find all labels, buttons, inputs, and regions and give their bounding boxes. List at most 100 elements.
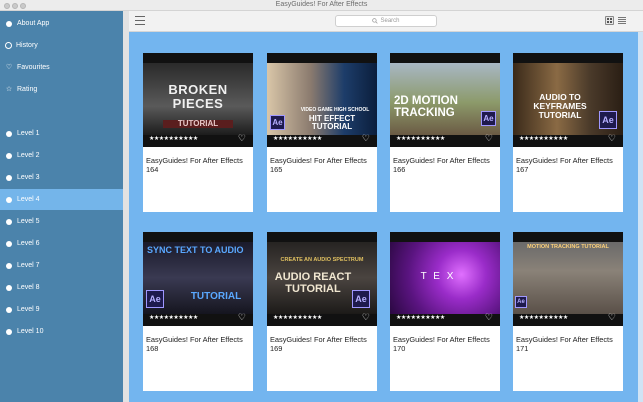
thumbnail-title: AUDIO REACT TUTORIAL xyxy=(274,271,352,295)
sidebar-item-label: Level 8 xyxy=(17,284,40,291)
sidebar-item-label: Level 1 xyxy=(17,130,40,137)
level-dot-icon xyxy=(6,262,12,269)
favourite-heart-icon[interactable]: ♡ xyxy=(485,133,493,144)
rating-stars: ★★★★★★★★★★ xyxy=(273,136,322,142)
favourite-heart-icon[interactable]: ♡ xyxy=(362,133,370,144)
level-dot-icon xyxy=(6,240,12,247)
sidebar-item-label: Level 10 xyxy=(17,328,44,335)
video-thumbnail[interactable]: T E X ★★★★★★★★★★ ♡ xyxy=(390,232,500,326)
video-thumbnail[interactable]: 2D MOTION TRACKING Ae ★★★★★★★★★★ ♡ xyxy=(390,53,500,147)
video-thumbnail[interactable]: VIDEO GAME HIGH SCHOOL HIT EFFECT TUTORI… xyxy=(267,53,377,147)
info-icon xyxy=(6,20,12,27)
video-card[interactable]: SYNC TEXT TO AUDIO TUTORIAL Ae ★★★★★★★★★… xyxy=(143,232,253,391)
window-title: EasyGuides! For After Effects xyxy=(275,1,368,8)
sidebar-item-level-7[interactable]: Level 7 xyxy=(0,255,123,276)
title-bar: EasyGuides! For After Effects xyxy=(0,0,643,11)
sidebar-item-level-1[interactable]: Level 1 xyxy=(0,123,123,144)
rating-stars: ★★★★★★★★★★ xyxy=(519,315,568,321)
list-view-icon[interactable] xyxy=(618,16,627,25)
level-dot-icon xyxy=(6,152,12,159)
thumbnail-subtitle: TUTORIAL xyxy=(190,291,242,302)
level-dot-icon xyxy=(6,284,12,291)
favourite-heart-icon[interactable]: ♡ xyxy=(485,312,493,323)
sidebar-item-label: Level 2 xyxy=(17,152,40,159)
menu-icon[interactable] xyxy=(135,16,145,25)
after-effects-icon: Ae xyxy=(146,290,164,308)
video-card[interactable]: 2D MOTION TRACKING Ae ★★★★★★★★★★ ♡ EasyG… xyxy=(390,53,500,212)
rating-stars: ★★★★★★★★★★ xyxy=(519,136,568,142)
thumbnail-title: T E X xyxy=(420,271,456,282)
sidebar-item-label: Level 6 xyxy=(17,240,40,247)
favourite-heart-icon[interactable]: ♡ xyxy=(362,312,370,323)
scrollbar[interactable] xyxy=(638,32,643,402)
favourite-heart-icon[interactable]: ♡ xyxy=(608,312,616,323)
video-thumbnail[interactable]: AUDIO TO KEYFRAMES TUTORIAL Ae ★★★★★★★★★… xyxy=(513,53,623,147)
after-effects-icon: Ae xyxy=(352,290,370,308)
thumbnail-title: MOTION TRACKING TUTORIAL xyxy=(527,244,609,250)
app-window: EasyGuides! For After Effects About App … xyxy=(0,0,643,402)
sidebar-item-level-9[interactable]: Level 9 xyxy=(0,299,123,320)
rating-stars: ★★★★★★★★★★ xyxy=(396,315,445,321)
rating-stars: ★★★★★★★★★★ xyxy=(396,136,445,142)
sidebar-item-label: Level 3 xyxy=(17,174,40,181)
thumbnail-title: BROKEN PIECES xyxy=(168,82,228,111)
sidebar-item-level-10[interactable]: Level 10 xyxy=(0,321,123,342)
sidebar-item-level-4[interactable]: Level 4 xyxy=(0,189,123,210)
search-input[interactable]: Search xyxy=(335,15,437,27)
video-card[interactable]: BROKEN PIECES TUTORIAL ★★★★★★★★★★ ♡ Easy… xyxy=(143,53,253,212)
sidebar-item-level-8[interactable]: Level 8 xyxy=(0,277,123,298)
favourite-heart-icon[interactable]: ♡ xyxy=(238,133,246,144)
video-card[interactable]: T E X ★★★★★★★★★★ ♡ EasyGuides! For After… xyxy=(390,232,500,391)
card-title: EasyGuides! For After Effects 170 xyxy=(393,335,490,353)
toolbar: Search xyxy=(129,11,643,32)
card-title: EasyGuides! For After Effects 165 xyxy=(270,156,367,174)
video-card[interactable]: MOTION TRACKING TUTORIAL Ae ★★★★★★★★★★ ♡… xyxy=(513,232,623,391)
video-thumbnail[interactable]: SYNC TEXT TO AUDIO TUTORIAL Ae ★★★★★★★★★… xyxy=(143,232,253,326)
video-thumbnail[interactable]: MOTION TRACKING TUTORIAL Ae ★★★★★★★★★★ ♡ xyxy=(513,232,623,326)
sidebar-item-favourites[interactable]: ♡ Favourites xyxy=(0,57,123,78)
level-dot-icon xyxy=(6,174,12,181)
sidebar-item-level-5[interactable]: Level 5 xyxy=(0,211,123,232)
sidebar-item-rating[interactable]: ☆ Rating xyxy=(0,79,123,100)
sidebar-item-label: History xyxy=(16,42,38,49)
thumbnail-title: AUDIO TO KEYFRAMES TUTORIAL xyxy=(533,92,587,120)
card-title: EasyGuides! For After Effects 167 xyxy=(516,156,613,174)
sidebar-item-level-6[interactable]: Level 6 xyxy=(0,233,123,254)
card-title: EasyGuides! For After Effects 169 xyxy=(270,335,367,353)
thumbnail-title: SYNC TEXT TO AUDIO xyxy=(147,245,244,255)
after-effects-icon: Ae xyxy=(515,296,527,308)
sidebar-item-level-3[interactable]: Level 3 xyxy=(0,167,123,188)
sidebar-item-level-2[interactable]: Level 2 xyxy=(0,145,123,166)
search-icon xyxy=(372,18,379,24)
thumbnail-subtitle: CREATE AN AUDIO SPECTRUM xyxy=(280,257,364,263)
video-thumbnail[interactable]: BROKEN PIECES TUTORIAL ★★★★★★★★★★ ♡ xyxy=(143,53,253,147)
video-grid: BROKEN PIECES TUTORIAL ★★★★★★★★★★ ♡ Easy… xyxy=(129,32,643,402)
sidebar-item-label: Level 4 xyxy=(17,196,40,203)
card-title: EasyGuides! For After Effects 168 xyxy=(146,335,243,353)
sidebar-item-label: Level 9 xyxy=(17,306,40,313)
sidebar-item-label: About App xyxy=(17,20,50,27)
search-placeholder: Search xyxy=(380,18,400,24)
rating-stars: ★★★★★★★★★★ xyxy=(273,315,322,321)
thumbnail-subtitle: VIDEO GAME HIGH SCHOOL xyxy=(300,107,370,113)
grid-view-icon[interactable] xyxy=(605,16,614,25)
favourite-heart-icon[interactable]: ♡ xyxy=(608,133,616,144)
thumbnail-title: HIT EFFECT TUTORIAL xyxy=(308,114,356,132)
level-dot-icon xyxy=(6,130,12,137)
clock-icon xyxy=(5,42,12,49)
sidebar-item-about-app[interactable]: About App xyxy=(0,13,123,34)
video-thumbnail[interactable]: CREATE AN AUDIO SPECTRUM AUDIO REACT TUT… xyxy=(267,232,377,326)
card-title: EasyGuides! For After Effects 171 xyxy=(516,335,613,353)
video-card[interactable]: CREATE AN AUDIO SPECTRUM AUDIO REACT TUT… xyxy=(267,232,377,391)
thumbnail-subtitle: TUTORIAL xyxy=(163,119,233,129)
after-effects-icon: Ae xyxy=(270,115,285,130)
video-card[interactable]: AUDIO TO KEYFRAMES TUTORIAL Ae ★★★★★★★★★… xyxy=(513,53,623,212)
rating-stars: ★★★★★★★★★★ xyxy=(149,315,198,321)
video-card[interactable]: VIDEO GAME HIGH SCHOOL HIT EFFECT TUTORI… xyxy=(267,53,377,212)
level-dot-icon xyxy=(6,196,12,203)
sidebar-item-history[interactable]: History xyxy=(0,35,123,56)
thumbnail-title: 2D MOTION TRACKING xyxy=(394,95,458,120)
sidebar-item-label: Level 5 xyxy=(17,218,40,225)
sidebar-item-label: Favourites xyxy=(17,64,50,71)
favourite-heart-icon[interactable]: ♡ xyxy=(238,312,246,323)
